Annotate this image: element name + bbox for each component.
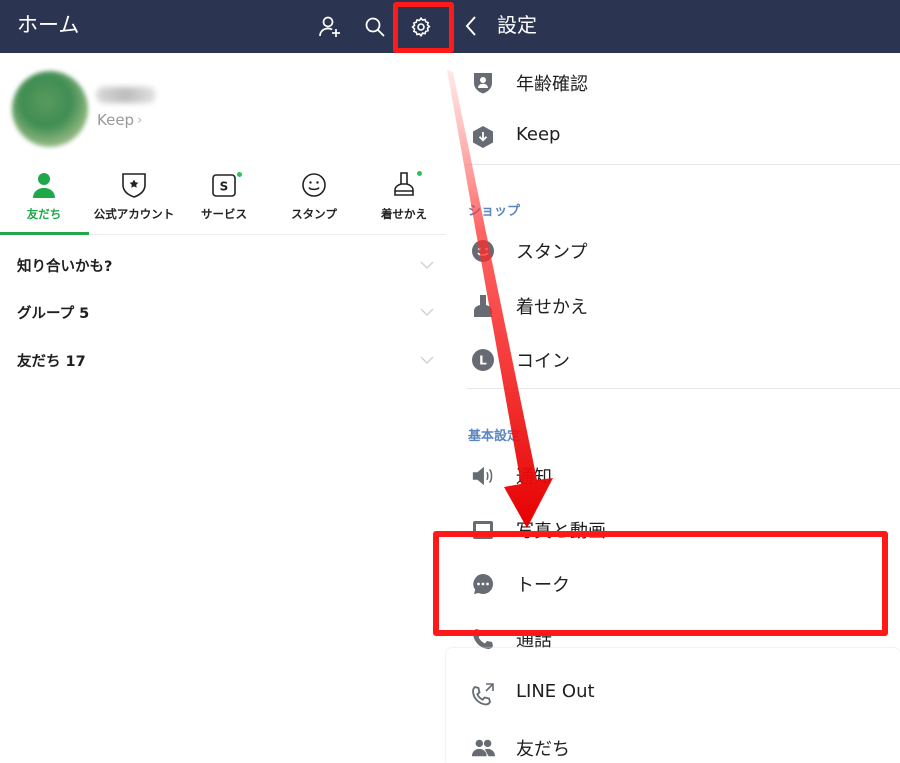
friends-icon	[471, 736, 495, 760]
settings-item-label: Keep	[516, 124, 561, 145]
keep-icon	[471, 125, 495, 149]
keep-link[interactable]: Keep ›	[97, 111, 142, 129]
section-people-you-may-know[interactable]: 知り合いかも?	[0, 245, 446, 285]
home-header: ホーム	[0, 0, 446, 53]
home-panel: ホーム Keep › 友だち 公式アカウント S サービス スタンプ 着せかえ …	[0, 0, 446, 763]
home-tabs: 友だち 公式アカウント S サービス スタンプ 着せかえ	[0, 165, 446, 235]
sticker-icon	[299, 170, 329, 200]
settings-item-age-verification[interactable]: 年齢確認	[446, 56, 900, 110]
settings-item-line-out[interactable]: LINE Out	[446, 667, 900, 721]
section-friends[interactable]: 友だち 17	[0, 340, 446, 380]
theme-icon	[389, 170, 422, 200]
tab-services[interactable]: S サービス	[180, 165, 268, 235]
settings-item-label: 友だち	[516, 739, 570, 760]
chevron-down-icon[interactable]	[420, 350, 434, 369]
home-title: ホーム	[17, 13, 80, 37]
tab-label: スタンプ	[291, 207, 337, 221]
settings-item-coins[interactable]: L コイン	[446, 333, 900, 387]
tab-themes[interactable]: 着せかえ	[360, 165, 448, 235]
search-icon[interactable]	[358, 10, 392, 44]
add-friend-icon[interactable]	[313, 10, 347, 44]
active-tab-indicator	[0, 232, 89, 235]
chevron-right-icon: ›	[137, 112, 143, 128]
settings-header: 設定	[446, 0, 900, 53]
new-badge-dot	[237, 172, 242, 177]
profile-name-blurred	[96, 87, 156, 103]
chats-highlight-box	[433, 531, 888, 636]
profile-card[interactable]: Keep ›	[0, 53, 446, 165]
back-arrow-icon[interactable]	[464, 11, 484, 41]
settings-panel: 設定 年齢確認 Keep ショップ スタンプ 着せかえ L コイン 基本設定 通…	[446, 0, 900, 763]
services-icon: S	[209, 170, 242, 200]
tab-label: サービス	[201, 207, 247, 221]
settings-item-notifications[interactable]: 通知	[446, 449, 900, 503]
settings-item-themes[interactable]: 着せかえ	[446, 279, 900, 333]
svg-text:L: L	[479, 354, 487, 368]
tab-stickers[interactable]: スタンプ	[270, 165, 358, 235]
svg-text:S: S	[220, 180, 229, 194]
settings-item-label: 着せかえ	[516, 297, 588, 318]
settings-title: 設定	[497, 13, 537, 37]
category-basic-settings: 基本設定	[468, 429, 521, 444]
settings-item-label: コイン	[516, 351, 570, 372]
person-icon	[29, 170, 59, 200]
settings-item-label: スタンプ	[516, 242, 588, 263]
section-label: 友だち 17	[17, 354, 86, 370]
line-out-icon	[471, 682, 495, 706]
speaker-icon	[471, 464, 495, 488]
settings-highlight-box	[393, 2, 454, 53]
keep-link-label: Keep	[97, 111, 135, 129]
settings-item-stickers[interactable]: スタンプ	[446, 224, 900, 278]
section-label: 知り合いかも?	[17, 259, 113, 275]
divider	[466, 164, 900, 165]
coin-icon: L	[471, 348, 495, 372]
tab-label: 公式アカウント	[93, 207, 175, 221]
section-label: グループ 5	[17, 306, 90, 322]
tab-label: 着せかえ	[381, 207, 427, 221]
settings-item-keep[interactable]: Keep	[446, 110, 900, 164]
tab-label: 友だち	[26, 207, 62, 221]
section-groups[interactable]: グループ 5	[0, 292, 446, 332]
settings-item-label: LINE Out	[516, 681, 595, 702]
official-account-icon	[119, 170, 149, 200]
new-badge-dot	[417, 171, 422, 176]
sticker-icon	[471, 239, 495, 263]
settings-item-label: 年齢確認	[516, 74, 588, 95]
tab-friends[interactable]: 友だち	[0, 165, 88, 235]
avatar[interactable]	[12, 71, 88, 147]
shield-person-icon	[471, 71, 495, 95]
settings-item-label: 通知	[516, 467, 552, 488]
tab-official-accounts[interactable]: 公式アカウント	[90, 165, 178, 235]
settings-item-friends[interactable]: 友だち	[446, 721, 900, 763]
divider	[466, 388, 900, 389]
theme-icon	[471, 294, 495, 318]
category-shop: ショップ	[468, 204, 521, 219]
chevron-down-icon[interactable]	[420, 255, 434, 274]
chevron-down-icon[interactable]	[420, 302, 434, 321]
